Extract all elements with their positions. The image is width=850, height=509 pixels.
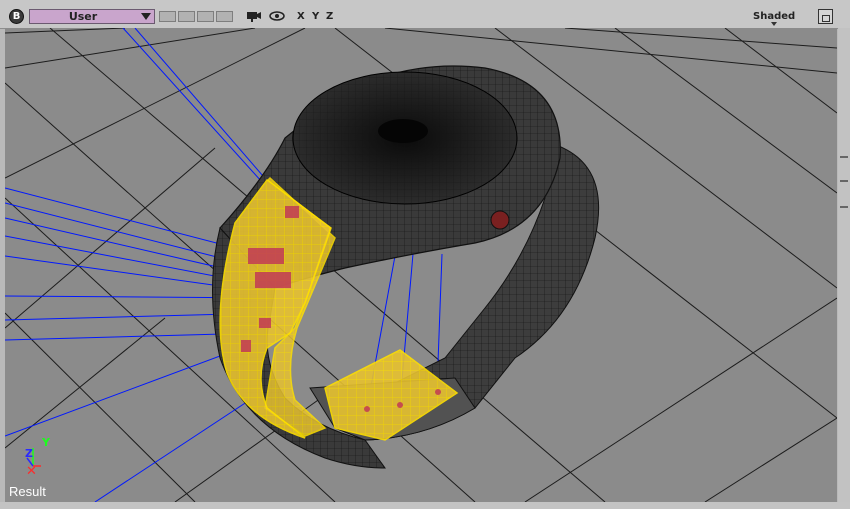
gizmo-z-label: Z — [25, 447, 33, 460]
viewport-toolbar: B User X Y Z Shaded — [0, 0, 850, 29]
viewport-scene: Z Y ✕ — [5, 28, 837, 502]
side-panel-edge[interactable] — [838, 28, 850, 509]
status-result-label: Result — [9, 484, 46, 499]
layout-slot-4[interactable] — [216, 11, 233, 22]
camera-icon[interactable] — [246, 10, 262, 22]
axis-z-label[interactable]: Z — [326, 11, 333, 22]
layout-slot-2[interactable] — [178, 11, 195, 22]
eye-icon[interactable] — [269, 10, 285, 22]
panel-handle-tick — [840, 180, 848, 182]
camera-mode-label: User — [68, 10, 98, 23]
axis-x-label[interactable]: X — [297, 11, 305, 22]
chevron-down-icon — [141, 13, 151, 20]
camera-mode-dropdown[interactable]: User — [29, 9, 155, 24]
layout-slot-1[interactable] — [159, 11, 176, 22]
maximize-icon[interactable] — [818, 9, 833, 24]
axis-gizmo: Z Y ✕ — [25, 436, 51, 479]
layout-slot-3[interactable] — [197, 11, 214, 22]
axis-y-label[interactable]: Y — [312, 11, 319, 22]
panel-handle-tick — [840, 156, 848, 158]
gizmo-y-label: Y — [41, 436, 51, 449]
3d-viewport[interactable]: Z Y ✕ Result — [5, 28, 837, 502]
shading-mode-dropdown[interactable]: Shaded — [753, 11, 795, 22]
panel-handle-tick — [840, 206, 848, 208]
shading-chevron-icon — [771, 22, 777, 26]
gizmo-origin-icon: ✕ — [26, 464, 37, 479]
b-button-icon[interactable]: B — [9, 9, 24, 24]
viewport-bottom-edge — [0, 502, 850, 509]
